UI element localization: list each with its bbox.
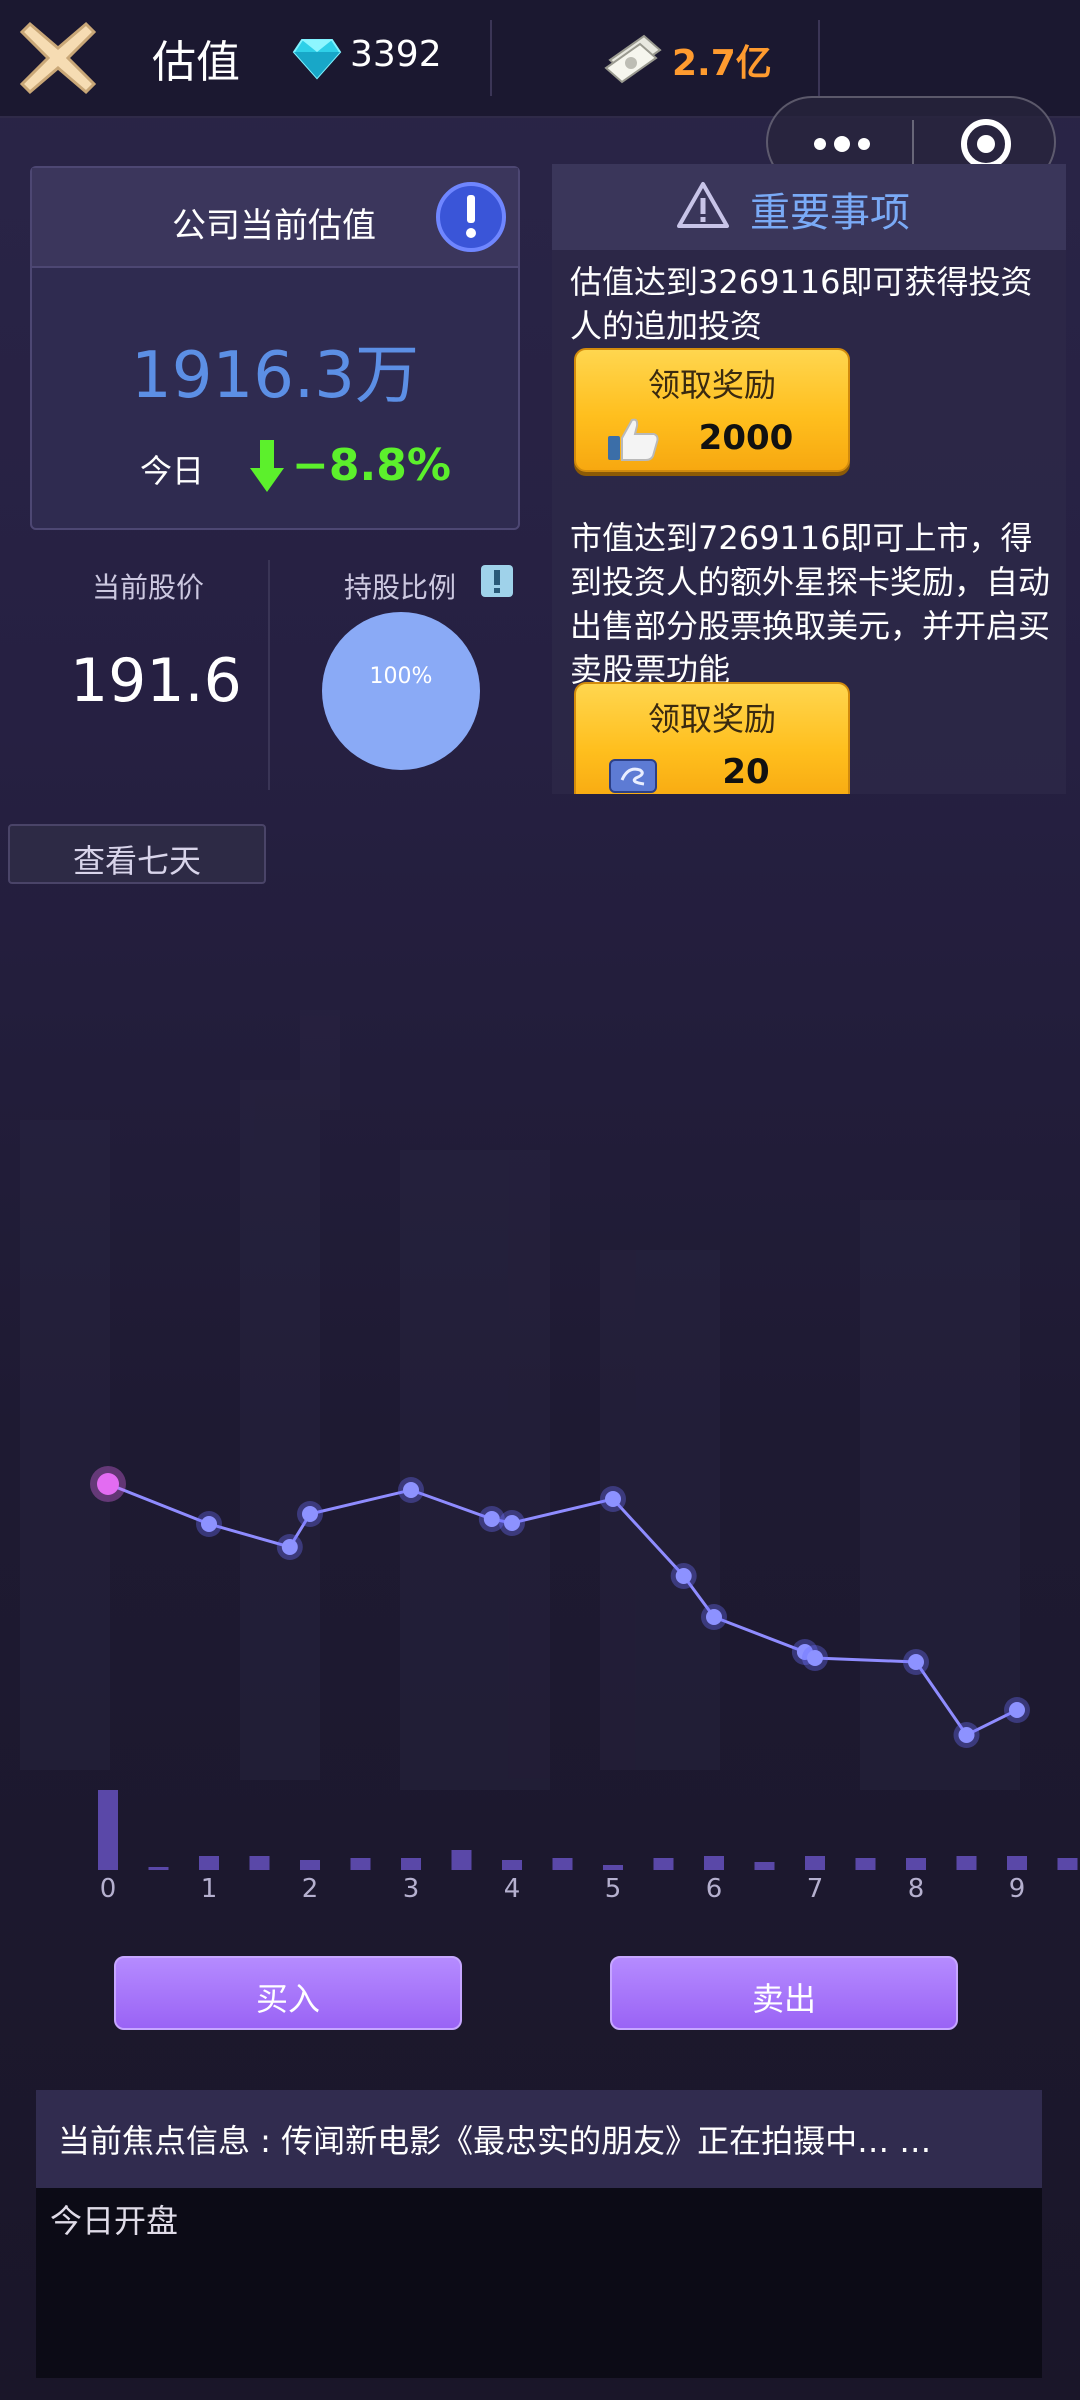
x-tick-label: 9 bbox=[1009, 1874, 1026, 1904]
x-tick-label: 1 bbox=[201, 1874, 218, 1904]
x-tick-label: 6 bbox=[706, 1874, 723, 1904]
price-label: 当前股价 bbox=[92, 571, 205, 604]
price-point bbox=[675, 1568, 692, 1584]
price-point bbox=[706, 1609, 722, 1625]
volume-bar bbox=[401, 1858, 421, 1870]
price-point bbox=[302, 1506, 318, 1522]
close-icon[interactable] bbox=[16, 16, 100, 100]
volume-bar bbox=[552, 1858, 573, 1870]
price-point bbox=[605, 1491, 621, 1507]
x-tick-label: 3 bbox=[403, 1874, 420, 1904]
important-title: 重要事项 bbox=[750, 190, 910, 236]
today-label: 今日 bbox=[140, 452, 205, 490]
buy-label: 买入 bbox=[255, 1980, 320, 2018]
star-scout-card-icon bbox=[606, 750, 660, 794]
divider bbox=[268, 560, 270, 790]
claim-reward-label: 领取奖励 bbox=[647, 700, 776, 738]
view-seven-days-button[interactable]: 查看七天 bbox=[8, 824, 266, 884]
x-tick-label: 0 bbox=[100, 1874, 117, 1904]
market-log: 今日开盘 bbox=[36, 2188, 1042, 2378]
price-point bbox=[201, 1516, 217, 1532]
volume-bar bbox=[1007, 1856, 1027, 1870]
holding-label: 持股比例 bbox=[344, 571, 457, 604]
price-point bbox=[504, 1515, 520, 1531]
log-line: 今日开盘 bbox=[50, 2202, 179, 2240]
volume-bar bbox=[805, 1856, 825, 1870]
volume-bar bbox=[603, 1865, 623, 1870]
reward-amount: 20 bbox=[722, 752, 770, 792]
volume-bar bbox=[704, 1856, 724, 1870]
volume-bar bbox=[199, 1856, 219, 1870]
volume-bar bbox=[98, 1790, 118, 1870]
volume-bar bbox=[1057, 1858, 1078, 1870]
claim-reward-label: 领取奖励 bbox=[647, 366, 776, 404]
reward-amount: 2000 bbox=[698, 418, 794, 458]
important-panel: 重要事项 估值达到3269116即可获得投资人的追加投资 领取奖励 2000 市… bbox=[552, 164, 1066, 794]
divider bbox=[490, 20, 492, 96]
sell-label: 卖出 bbox=[751, 1980, 816, 2018]
price-point bbox=[1009, 1702, 1025, 1718]
valuation-card: 公司当前估值 1916.3万 今日 −8.8% bbox=[30, 166, 520, 530]
volume-bar bbox=[350, 1858, 371, 1870]
price-point bbox=[958, 1727, 975, 1743]
x-axis-ticks: 0 1 2 3 4 5 6 7 8 9 bbox=[100, 1874, 1026, 1904]
volume-bars bbox=[98, 1790, 1078, 1870]
price-point bbox=[403, 1482, 419, 1498]
claim-reward-button-2[interactable]: 领取奖励 20 bbox=[574, 682, 850, 794]
more-icon[interactable] bbox=[806, 128, 878, 160]
holding-pie-chart bbox=[322, 612, 480, 770]
volume-bar bbox=[300, 1860, 320, 1870]
volume-bar bbox=[148, 1867, 169, 1870]
price-chart-svg: 0 1 2 3 4 5 6 7 8 9 bbox=[20, 1010, 1078, 1904]
x-tick-label: 4 bbox=[504, 1874, 521, 1904]
x-tick-label: 5 bbox=[605, 1874, 622, 1904]
gem-count: 3392 bbox=[350, 34, 442, 75]
volume-bar bbox=[754, 1862, 775, 1870]
thumbs-up-icon bbox=[606, 416, 660, 462]
holding-info-icon[interactable] bbox=[480, 564, 514, 598]
money-count: 2.7亿 bbox=[672, 43, 772, 84]
valuation-card-header: 公司当前估值 bbox=[32, 168, 518, 268]
capsule-divider bbox=[912, 120, 914, 168]
volume-bar bbox=[956, 1856, 977, 1870]
page-title: 估值 bbox=[152, 37, 240, 88]
volume-bar bbox=[502, 1860, 522, 1870]
important-header: 重要事项 bbox=[552, 164, 1066, 250]
x-tick-label: 2 bbox=[302, 1874, 319, 1904]
info-icon[interactable] bbox=[434, 180, 508, 254]
volume-bar bbox=[249, 1856, 270, 1870]
view-seven-days-label: 查看七天 bbox=[72, 842, 201, 880]
milestone-1-text: 估值达到3269116即可获得投资人的追加投资 bbox=[570, 263, 1033, 345]
price-point bbox=[281, 1539, 298, 1555]
buy-button[interactable]: 买入 bbox=[114, 1956, 462, 2030]
focus-info-bar: 当前焦点信息 : 传闻新电影《最忠实的朋友》正在拍摄中… … bbox=[36, 2090, 1042, 2188]
holding-percent: 100% bbox=[369, 664, 433, 689]
price-point bbox=[908, 1654, 924, 1670]
cash-icon bbox=[604, 30, 664, 84]
milestone-2-text: 市值达到7269116即可上市，得到投资人的额外星探卡奖励，自动出售部分股票换取… bbox=[570, 519, 1051, 689]
valuation-amount: 1916.3万 bbox=[131, 339, 419, 413]
valuation-title: 公司当前估值 bbox=[172, 206, 376, 246]
x-tick-label: 8 bbox=[908, 1874, 925, 1904]
arrow-down-icon bbox=[248, 438, 286, 494]
price-point bbox=[807, 1650, 823, 1666]
volume-bar bbox=[653, 1858, 674, 1870]
focus-info-text: 当前焦点信息 : 传闻新电影《最忠实的朋友》正在拍摄中… … bbox=[58, 2122, 932, 2160]
price-point bbox=[97, 1473, 119, 1495]
city-silhouette bbox=[20, 1010, 1020, 1790]
volume-bar bbox=[855, 1858, 876, 1870]
claim-reward-button-1[interactable]: 领取奖励 2000 bbox=[574, 348, 850, 472]
divider bbox=[818, 20, 820, 96]
page: 估值 3392 2.7亿 公司当前估值 1916.3万 今日 −8.8% 当前股… bbox=[0, 0, 1080, 2400]
volume-bar bbox=[906, 1858, 926, 1870]
price-point bbox=[483, 1511, 500, 1527]
x-tick-label: 7 bbox=[807, 1874, 824, 1904]
price-value: 191.6 bbox=[70, 646, 242, 716]
volume-bar bbox=[451, 1850, 472, 1870]
price-chart: 0 1 2 3 4 5 6 7 8 9 bbox=[0, 890, 1080, 1910]
warning-icon bbox=[676, 180, 730, 230]
sell-button[interactable]: 卖出 bbox=[610, 1956, 958, 2030]
diamond-icon bbox=[292, 32, 342, 82]
change-percent: −8.8% bbox=[292, 440, 451, 491]
